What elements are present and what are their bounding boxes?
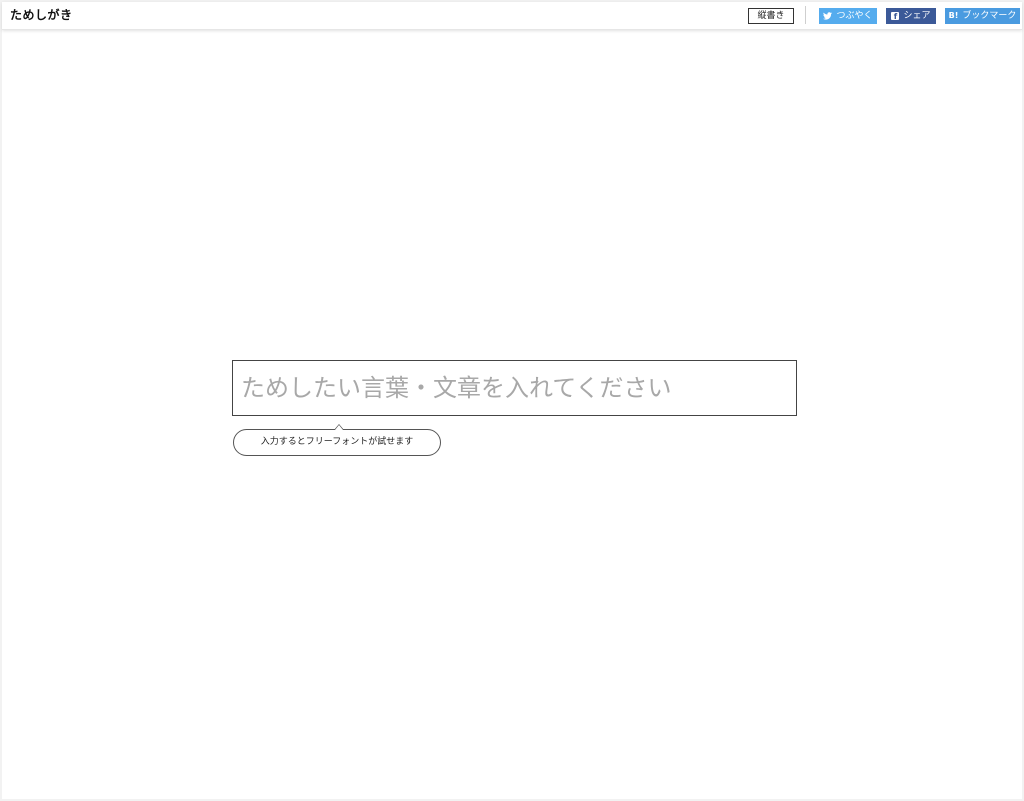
header-bar: ためしがき 縦書き つぶやく f シェア B! ブックマーク [2, 2, 1022, 30]
input-hint-text: 入力するとフリーフォントが試せます [260, 437, 414, 447]
vertical-writing-button[interactable]: 縦書き [748, 8, 794, 24]
site-logo[interactable]: ためしがき [10, 8, 73, 22]
hatena-bookmark-button[interactable]: B! ブックマーク [945, 8, 1020, 24]
hatena-bookmark-icon: B! [948, 11, 959, 20]
header-divider [805, 6, 806, 24]
page-frame: ためしがき 縦書き つぶやく f シェア B! ブックマーク 入力するとフリーフ… [2, 2, 1022, 799]
facebook-share-button[interactable]: f シェア [886, 8, 936, 24]
twitter-bird-icon [823, 12, 833, 20]
facebook-icon: f [891, 12, 900, 21]
text-input-box [232, 360, 797, 416]
input-hint-tooltip: 入力するとフリーフォントが試せます [233, 424, 441, 456]
tooltip-arrow [334, 424, 344, 430]
sample-text-input[interactable] [233, 361, 796, 415]
tweet-button[interactable]: つぶやく [819, 8, 877, 24]
share-label: シェア [903, 11, 931, 21]
bookmark-label: ブックマーク [962, 11, 1017, 21]
tweet-label: つぶやく [836, 11, 873, 21]
